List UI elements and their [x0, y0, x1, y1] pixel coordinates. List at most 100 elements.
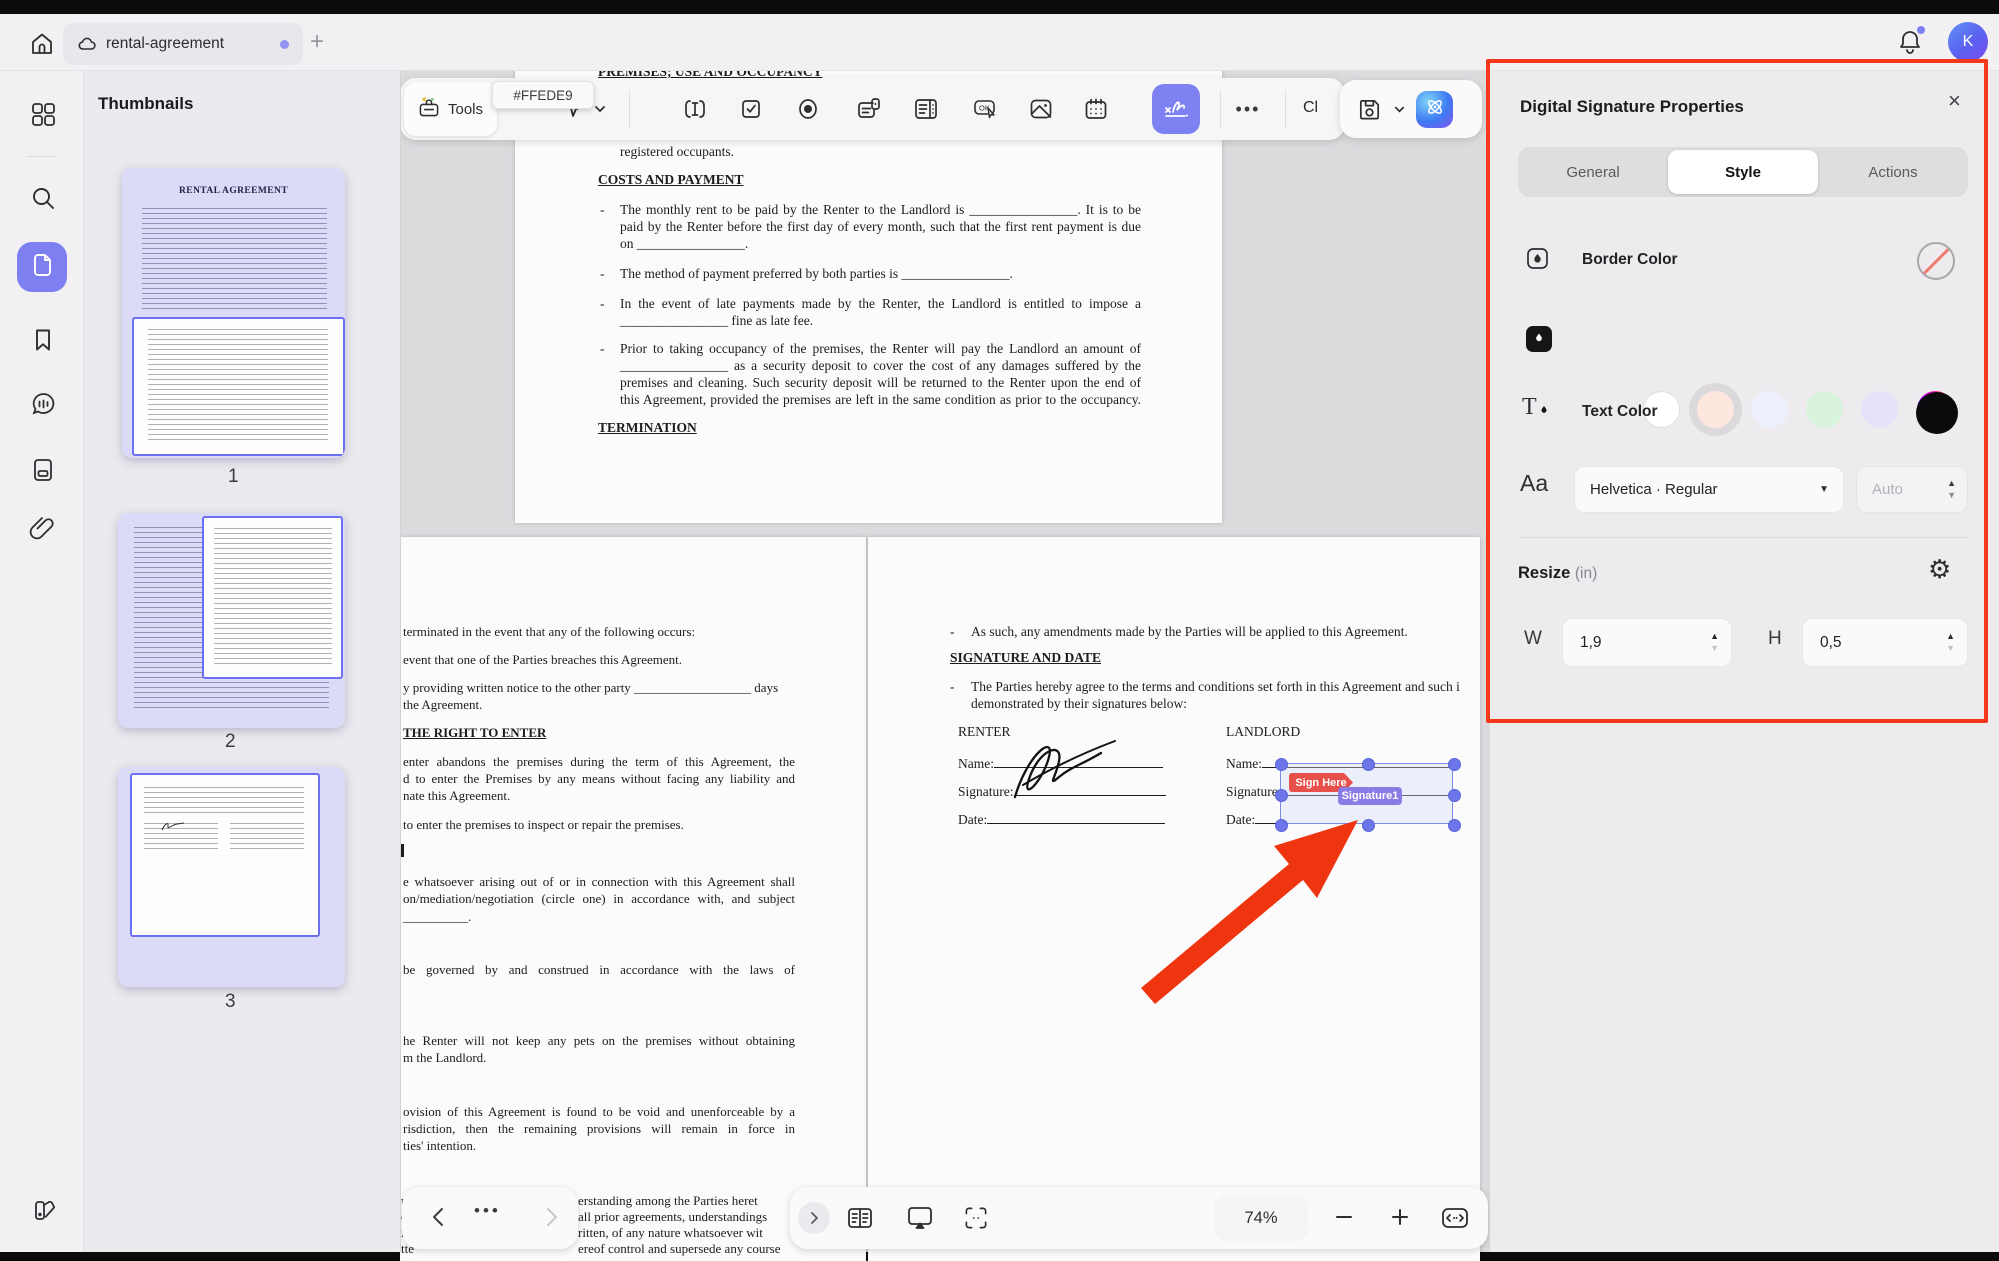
resize-handle[interactable]: [1448, 789, 1461, 802]
fit-width-button[interactable]: [1438, 1201, 1472, 1235]
date-field-icon: [1082, 95, 1110, 123]
doc-line: ________________ fine as late fee.: [620, 312, 813, 329]
doc-line: he Renter will not keep any pets on the …: [403, 1032, 795, 1049]
rail-divider: [27, 156, 57, 157]
width-input[interactable]: 1,9 ▲▼: [1562, 618, 1732, 667]
notifications-button[interactable]: [1890, 22, 1930, 62]
radio-button-field-tool[interactable]: [791, 92, 825, 126]
document-tab[interactable]: rental-agreement: [63, 23, 303, 65]
doc-line: ritten, of any nature whatsoever wit: [578, 1224, 786, 1241]
add-tab-icon: +: [310, 28, 324, 55]
tab-general[interactable]: General: [1518, 147, 1668, 197]
color-swatch-lavender-white[interactable]: [1751, 391, 1788, 428]
resize-handle[interactable]: [1448, 819, 1461, 832]
color-swatch-light-green[interactable]: [1806, 391, 1843, 428]
resize-handle[interactable]: [1362, 758, 1375, 771]
document-page-3-left[interactable]: terminated in the event that any of the …: [400, 537, 866, 1261]
expand-panel-button[interactable]: [798, 1202, 830, 1234]
thumb-text-lines: [142, 208, 327, 312]
doc-line: risdiction, then the remaining provision…: [403, 1120, 795, 1137]
text-color-value-button[interactable]: [1916, 392, 1958, 434]
digital-signature-field-tool-active[interactable]: [1152, 84, 1200, 134]
rail-item-thumbnails[interactable]: [17, 242, 67, 292]
resize-label: Resize (in): [1518, 564, 1597, 583]
stepper-arrows[interactable]: ▲▼: [1946, 632, 1955, 653]
doc-line: __________.: [403, 908, 471, 925]
stepper-arrows[interactable]: ▲▼: [1710, 632, 1719, 653]
rail-item-attachments[interactable]: [21, 506, 65, 550]
tools-button[interactable]: Tools: [404, 82, 497, 136]
checkbox-field-tool[interactable]: [734, 92, 768, 126]
doc-line: event that one of the Parties breaches t…: [403, 651, 682, 668]
thumb-page-number: 1: [228, 466, 239, 488]
forward-button[interactable]: [538, 1204, 564, 1230]
fill-color-icon: [1526, 326, 1552, 352]
no-color-icon: [1921, 244, 1954, 277]
list-box-field-tool[interactable]: [909, 92, 943, 126]
height-input[interactable]: 0,5 ▲▼: [1802, 618, 1968, 667]
resize-settings-button[interactable]: ⚙: [1928, 556, 1951, 582]
thumb-text-lines: [148, 329, 328, 441]
date-field-tool[interactable]: [1079, 92, 1113, 126]
search-icon: [29, 184, 57, 212]
stepper-arrows[interactable]: ▲▼: [1947, 479, 1956, 500]
tab-style-active[interactable]: Style: [1668, 150, 1818, 194]
top-black-band: [0, 0, 1999, 14]
top-bar: rental-agreement + K: [0, 14, 1999, 71]
resize-handle[interactable]: [1448, 758, 1461, 771]
rail-item-comments[interactable]: [21, 382, 65, 426]
page-thumbnail-1[interactable]: RENTAL AGREEMENT: [122, 168, 345, 458]
text-field-tool[interactable]: [678, 92, 712, 126]
no-border-color-button[interactable]: [1917, 242, 1955, 280]
font-size-stepper[interactable]: Auto ▲▼: [1856, 466, 1968, 513]
rail-item-apps[interactable]: [21, 92, 65, 136]
doc-line: nate this Agreement.: [403, 787, 510, 804]
bullet-dash: -: [600, 340, 605, 357]
fullscreen-button[interactable]: [962, 1204, 990, 1232]
more-tools-button[interactable]: •••: [1231, 92, 1265, 126]
close-button[interactable]: Cl: [1303, 99, 1318, 117]
rail-item-bookmarks[interactable]: [21, 318, 65, 362]
avatar[interactable]: K: [1948, 22, 1988, 62]
combo-box-field-tool[interactable]: [851, 92, 885, 126]
doc-line: the Agreement.: [403, 696, 482, 713]
zoom-in-button[interactable]: [1386, 1203, 1414, 1231]
rail-item-styles[interactable]: [21, 1188, 65, 1232]
presentation-button[interactable]: [904, 1202, 936, 1234]
add-tab-button[interactable]: +: [310, 30, 324, 54]
back-button[interactable]: [426, 1204, 452, 1230]
doc-line: paid by the Renter before the first day …: [620, 218, 1141, 235]
doc-line: erstanding among the Parties heret: [578, 1192, 786, 1209]
digital-signature-field-icon: [1161, 92, 1191, 127]
color-swatch-light-purple[interactable]: [1861, 391, 1898, 428]
thumb-page-number: 3: [225, 991, 236, 1013]
rail-item-search[interactable]: [21, 176, 65, 220]
save-dropdown[interactable]: [1393, 103, 1406, 116]
thumb-text-lines: [230, 823, 304, 849]
resize-handle[interactable]: [1275, 758, 1288, 771]
doc-line: d to enter the Premises by any means wit…: [403, 770, 795, 787]
font-family-select[interactable]: Helvetica · Regular ▼: [1574, 466, 1844, 513]
font-icon: Aa: [1520, 470, 1548, 497]
panel-title: Digital Signature Properties: [1520, 97, 1744, 117]
zoom-out-button[interactable]: [1330, 1203, 1358, 1231]
two-page-view-button[interactable]: [844, 1202, 876, 1234]
color-swatch-ffede9-selected[interactable]: [1697, 391, 1734, 428]
zoom-level-button[interactable]: 74%: [1214, 1195, 1308, 1241]
page-thumbnail-2[interactable]: [118, 513, 345, 728]
image-field-tool[interactable]: [1024, 92, 1058, 126]
more-icon[interactable]: •••: [474, 1201, 501, 1221]
close-panel-button[interactable]: ×: [1948, 90, 1961, 112]
home-button[interactable]: [22, 24, 62, 64]
font-family-value: Helvetica · Regular: [1590, 481, 1718, 498]
page-thumbnail-3[interactable]: [118, 767, 345, 987]
checkbox-field-icon: [738, 96, 764, 122]
ai-assistant-button[interactable]: [1416, 91, 1453, 128]
save-button[interactable]: [1356, 96, 1383, 123]
bullet-dash: -: [600, 295, 605, 312]
push-button-field-tool[interactable]: OK: [968, 92, 1002, 126]
tab-actions[interactable]: Actions: [1818, 147, 1968, 197]
text-field-icon: [681, 95, 709, 123]
rail-item-pages[interactable]: [21, 448, 65, 492]
color-tooltip: #FFEDE9: [492, 81, 594, 109]
